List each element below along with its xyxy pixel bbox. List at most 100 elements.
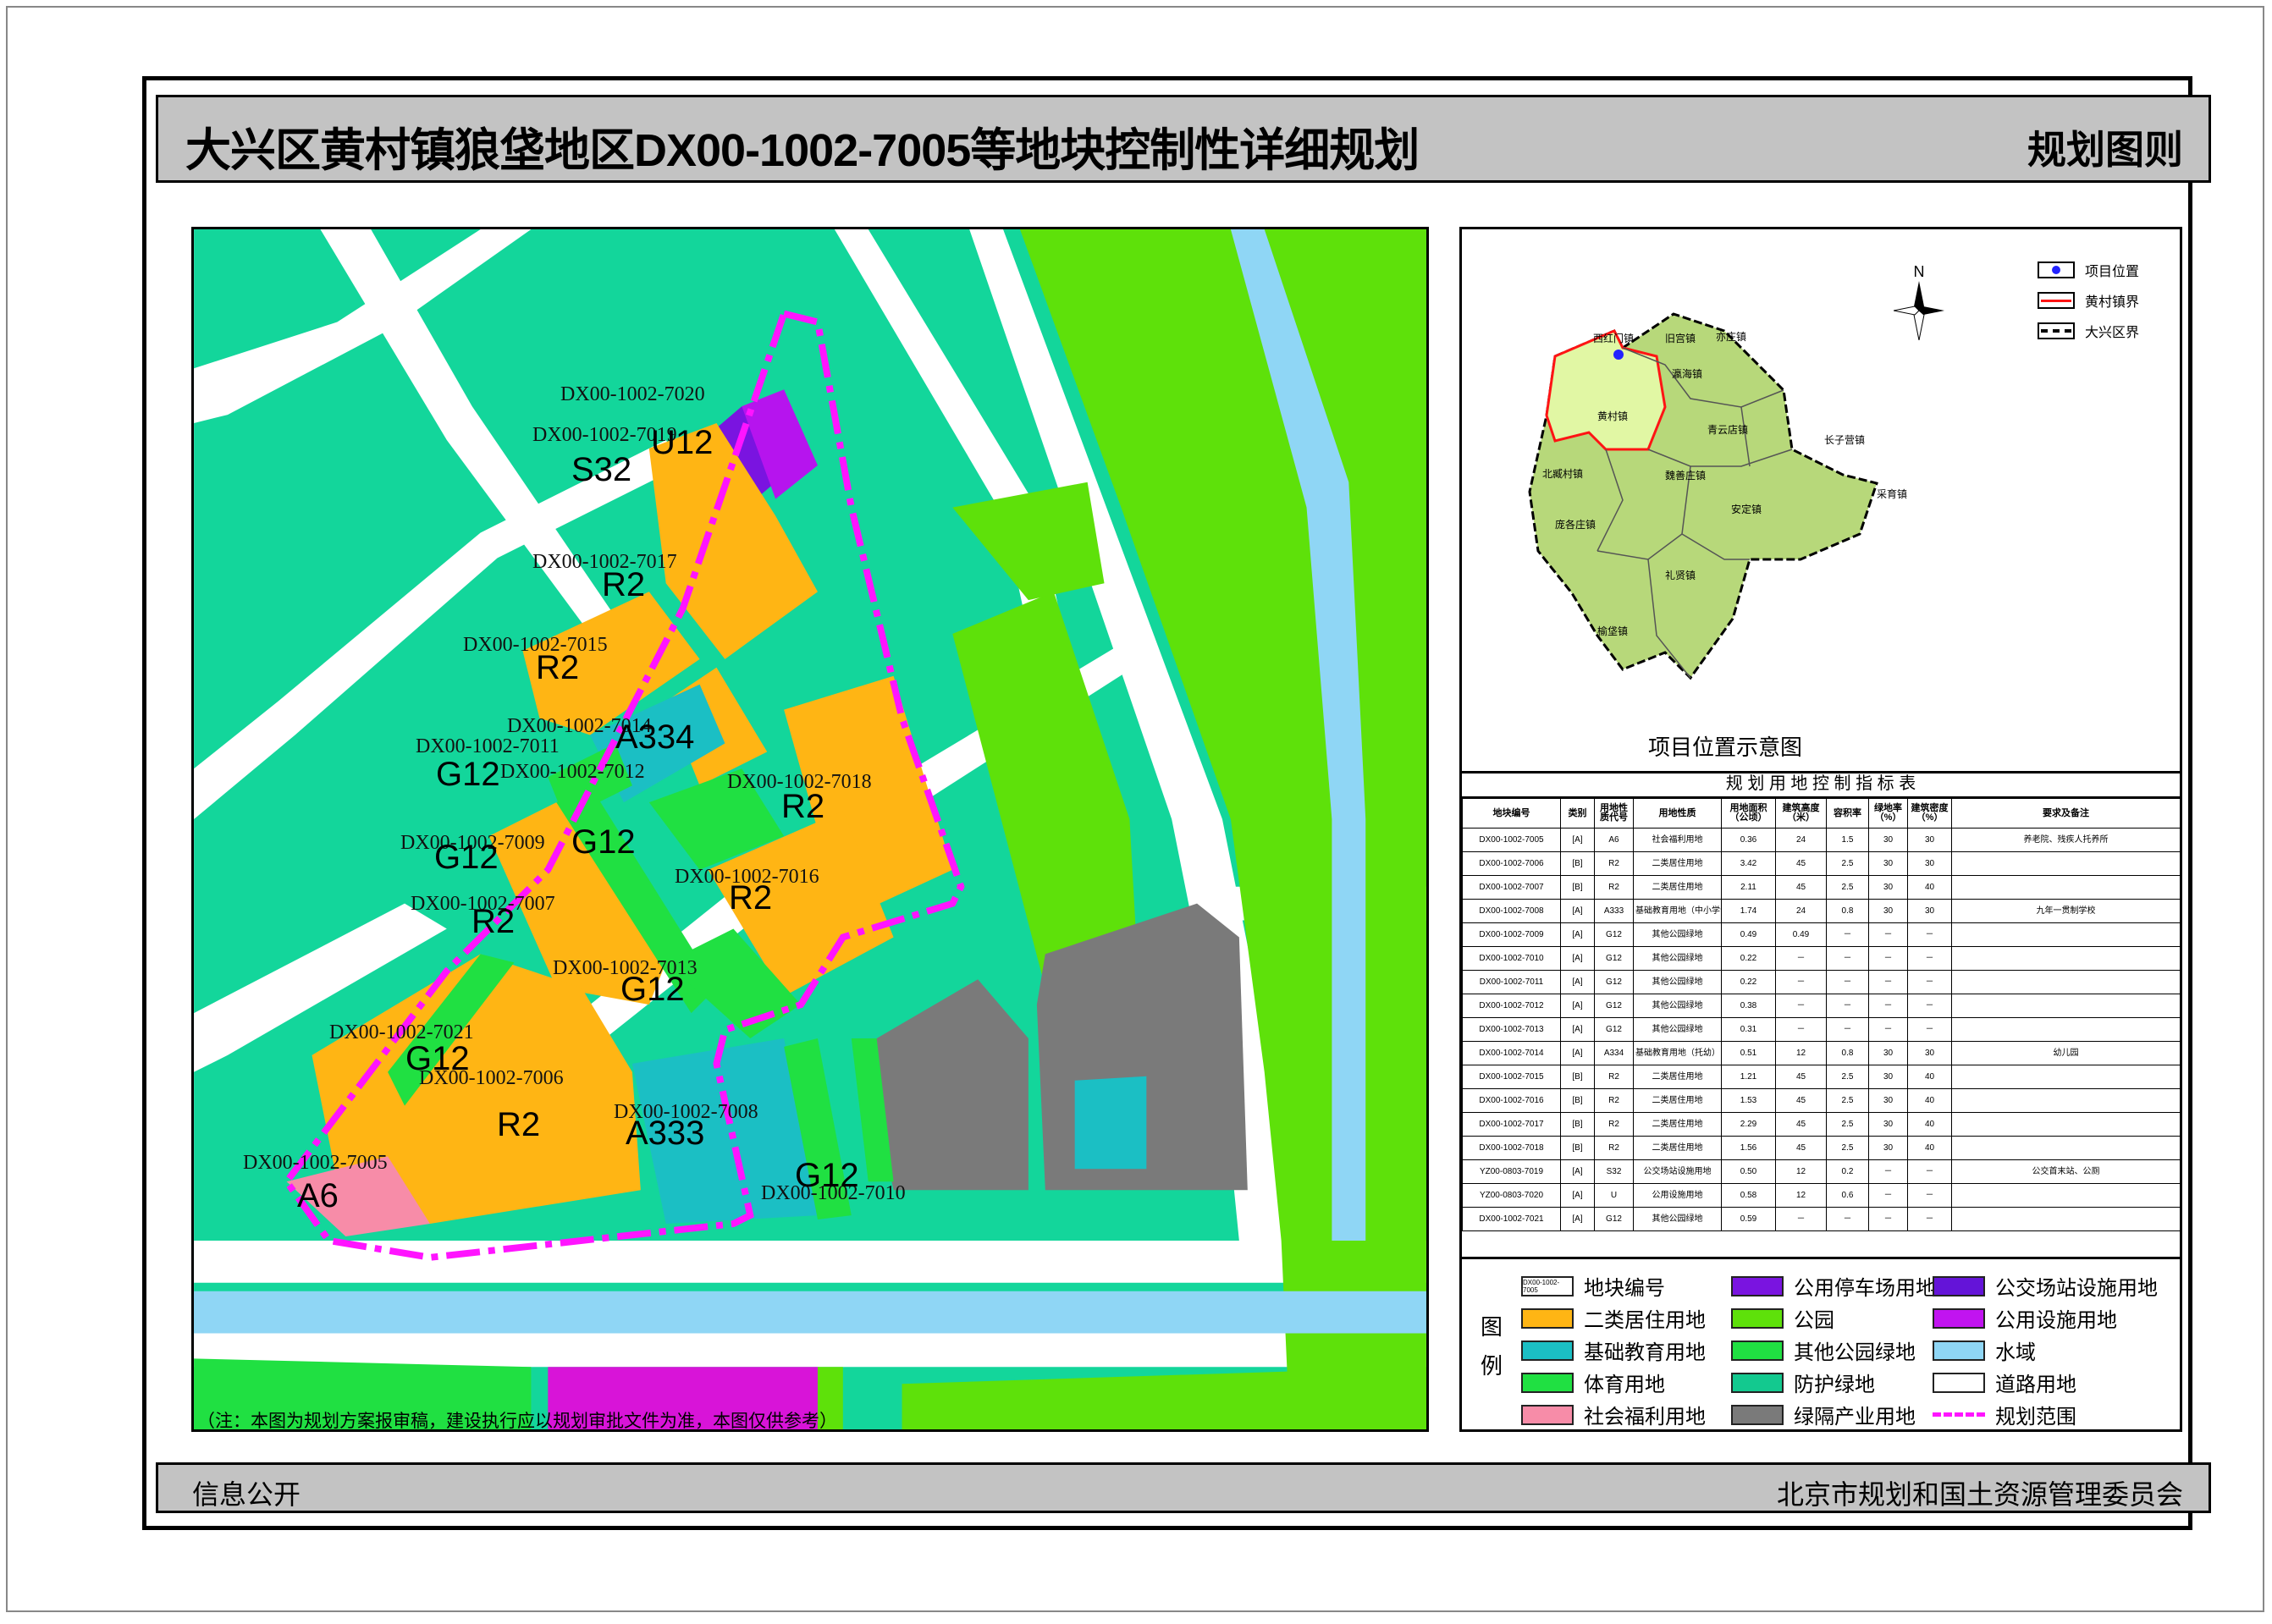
table-cell: [A] [1560, 994, 1595, 1018]
table-cell [1951, 1088, 2180, 1113]
table-cell [1951, 970, 2180, 994]
table-cell: 其他公园绿地 [1633, 946, 1722, 971]
red-line-icon [2038, 292, 2075, 309]
table-cell: 0.22 [1721, 946, 1776, 971]
table-cell: 2.11 [1721, 875, 1776, 900]
parcel-code-label: U12 [651, 424, 714, 461]
table-cell: － [1868, 1207, 1908, 1231]
town-label: 长子营镇 [1824, 434, 1866, 446]
parcel-code-label: G12 [436, 756, 500, 793]
parcel-code-label: R2 [781, 788, 825, 825]
table-cell: 0.8 [1826, 1041, 1869, 1065]
footer-right-text: 北京市规划和国土资源管理委员会 [1776, 1479, 2183, 1510]
table-cell: 45 [1775, 1136, 1827, 1160]
table-cell: 0.49 [1721, 922, 1776, 947]
legend-item: 社会福利用地 [1521, 1400, 1706, 1429]
table-cell: 12 [1775, 1159, 1827, 1184]
table-cell: 45 [1775, 875, 1827, 900]
table-cell: － [1868, 970, 1908, 994]
table-cell: 其他公园绿地 [1633, 1017, 1722, 1042]
legend-label: 基础教育用地 [1584, 1341, 1706, 1364]
parcel-code-label: R2 [536, 649, 580, 686]
table-column-header: 绿地率（%） [1868, 798, 1908, 829]
parcel-code-label: R2 [602, 566, 646, 603]
table-cell: 公交首末站、公厕 [1951, 1159, 2180, 1184]
legend-row: 项目位置 [2038, 255, 2139, 285]
table-cell: － [1868, 922, 1908, 947]
table-cell: DX00-1002-7017 [1462, 1112, 1561, 1137]
legend-swatch [1521, 1404, 1574, 1425]
legend-item: 公交场站设施用地 [1933, 1271, 2158, 1301]
table-cell: 30 [1907, 851, 1952, 876]
table-cell: 30 [1868, 1136, 1908, 1160]
table-cell: 0.49 [1775, 922, 1827, 947]
table-cell: － [1775, 1017, 1827, 1042]
legend-swatch [1521, 1307, 1574, 1329]
table-cell: R2 [1594, 1136, 1634, 1160]
table-cell: 45 [1775, 1065, 1827, 1089]
blue-dot-icon [2038, 261, 2075, 278]
table-cell: 0.58 [1721, 1183, 1776, 1208]
legend-label: 防护绿地 [1794, 1374, 1875, 1396]
town-label: 安定镇 [1731, 504, 1762, 515]
table-cell: 2.5 [1826, 851, 1869, 876]
table-cell: － [1775, 970, 1827, 994]
table-cell: U [1594, 1183, 1634, 1208]
table-cell: 九年一贯制学校 [1951, 899, 2180, 923]
table-cell: 12 [1775, 1183, 1827, 1208]
table-cell: 0.36 [1721, 828, 1776, 852]
table-cell: － [1907, 970, 1952, 994]
table-cell [1951, 875, 2180, 900]
legend-label: 公用设施用地 [1995, 1309, 2117, 1332]
table-row: DX00-1002-7018 [B] R2 二类居住用地 1.56 45 2.5 30 40 [1462, 1136, 2180, 1160]
table-cell: 30 [1907, 899, 1952, 923]
inset-caption: 项目位置示意图 [1648, 735, 1803, 760]
table-cell: － [1826, 1017, 1869, 1042]
table-cell: A333 [1594, 899, 1634, 923]
table-cell: － [1907, 994, 1952, 1018]
table-cell: 二类居住用地 [1633, 1065, 1722, 1089]
water-band [194, 1291, 1426, 1334]
legend-label: 公交场站设施用地 [1995, 1277, 2158, 1300]
inset-legend: 项目位置 黄村镇界 大兴区界 [2038, 255, 2139, 346]
table-cell: R2 [1594, 1065, 1634, 1089]
legend-swatch [1731, 1340, 1784, 1361]
table-cell: 基础教育用地（中小学合校） [1633, 899, 1722, 923]
location-inset: 西红门镇 旧宫镇 亦庄镇 瀛海镇 黄村镇 青云店镇 长子营镇 北臧村镇 魏善庄镇… [1462, 229, 2180, 773]
map-note: （注：本图为规划方案报审稿，建设执行应以规划审批文件为准，本图仅供参考） [197, 1412, 837, 1431]
legend-label: 公园 [1794, 1309, 1834, 1332]
info-panel: 西红门镇 旧宫镇 亦庄镇 瀛海镇 黄村镇 青云店镇 长子营镇 北臧村镇 魏善庄镇… [1459, 227, 2182, 1432]
table-row: DX00-1002-7013 [A] G12 其他公园绿地 0.31 －－－－ [1462, 1017, 2180, 1042]
north-arrow: N [1893, 263, 1944, 341]
table-cell: － [1868, 946, 1908, 971]
map-legend: 图 例 DX00-1002-7005 地块编号 二类居住用地 基础教育用地 体育用地 社会… [1462, 1257, 2180, 1429]
table-cell: [A] [1560, 946, 1595, 971]
table-cell: [A] [1560, 1041, 1595, 1065]
table-cell: 0.59 [1721, 1207, 1776, 1231]
table-cell: DX00-1002-7016 [1462, 1088, 1561, 1113]
table-cell: 0.2 [1826, 1159, 1869, 1184]
table-cell: [A] [1560, 1207, 1595, 1231]
table-cell: [B] [1560, 1065, 1595, 1089]
table-cell: 0.50 [1721, 1159, 1776, 1184]
table-cell: DX00-1002-7021 [1462, 1207, 1561, 1231]
table-row: DX00-1002-7021 [A] G12 其他公园绿地 0.59 －－－－ [1462, 1207, 2180, 1231]
table-cell [1951, 1112, 2180, 1137]
legend-title-top: 图 [1481, 1314, 1503, 1340]
table-row: DX00-1002-7008[A]A333基础教育用地（中小学合校）1.7424… [1462, 899, 2180, 923]
table-cell: A6 [1594, 828, 1634, 852]
table-cell: G12 [1594, 1207, 1634, 1231]
table-cell: 0.51 [1721, 1041, 1776, 1065]
table-cell: 养老院、残疾人托养所 [1951, 828, 2180, 852]
page-subtitle: 规划图则 [2027, 128, 2183, 172]
town-label: 采育镇 [1877, 488, 1908, 500]
table-cell: G12 [1594, 946, 1634, 971]
table-cell: － [1826, 994, 1869, 1018]
control-table-section: 规 划 用 地 控 制 指 标 表 地块编号 类别 用地性质代号 用地性质 用地面积（公… [1462, 771, 2180, 1245]
table-cell: 二类居住用地 [1633, 1112, 1722, 1137]
compass-icon [1893, 281, 1944, 341]
black-dash-line-icon [2038, 322, 2075, 339]
table-cell: － [1868, 1159, 1908, 1184]
legend-swatch [1731, 1307, 1784, 1329]
table-cell: 30 [1868, 1041, 1908, 1065]
